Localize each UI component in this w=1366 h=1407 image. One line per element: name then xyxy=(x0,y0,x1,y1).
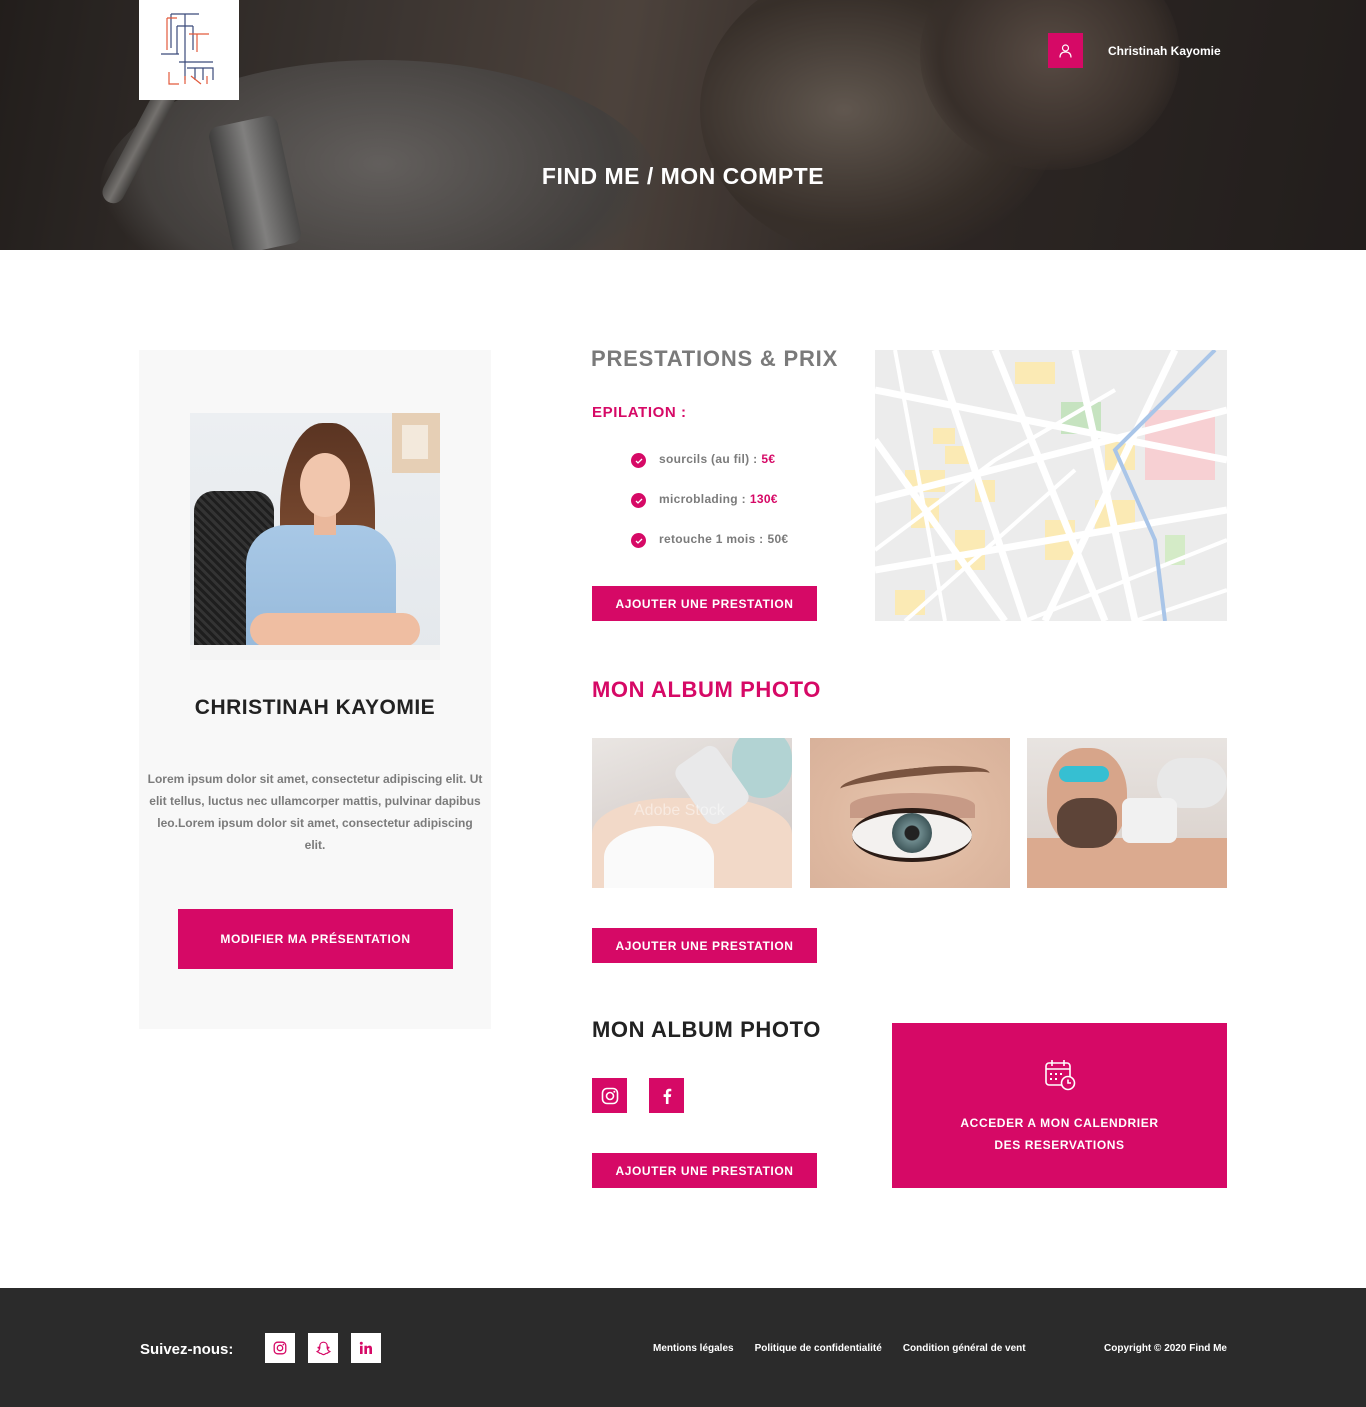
price-label: sourcils (au fil) : xyxy=(659,452,758,466)
instagram-icon xyxy=(601,1087,618,1104)
facebook-icon xyxy=(663,1088,671,1104)
map-icon xyxy=(875,350,1227,621)
social-album-title: MON ALBUM PHOTO xyxy=(592,1017,821,1042)
footer: Suivez-nous: Mentions légales Politique … xyxy=(0,1288,1366,1407)
header-user-name[interactable]: Christinah Kayomie xyxy=(1108,44,1221,58)
footer-link-privacy[interactable]: Politique de confidentialité xyxy=(755,1343,882,1354)
account-button[interactable] xyxy=(1048,33,1083,68)
epilation-category: EPILATION : xyxy=(592,404,687,421)
calendar-label: ACCEDER A MON CALENDRIER DES RESERVATION… xyxy=(892,1112,1227,1156)
copyright-text: Copyright © 2020 Find Me xyxy=(1104,1343,1227,1354)
calendar-label-line1: ACCEDER A MON CALENDRIER xyxy=(960,1116,1159,1130)
footer-instagram-link[interactable] xyxy=(265,1333,295,1363)
check-icon xyxy=(631,533,646,548)
check-icon xyxy=(631,493,646,508)
find-me-logo-icon xyxy=(161,13,214,85)
profile-bio: Lorem ipsum dolor sit amet, consectetur … xyxy=(147,772,483,852)
add-social-button[interactable]: AJOUTER UNE PRESTATION xyxy=(592,1153,817,1188)
profile-name: CHRISTINAH KAYOMIE xyxy=(194,696,436,719)
footer-snapchat-link[interactable] xyxy=(308,1333,338,1363)
footer-link-mentions[interactable]: Mentions légales xyxy=(653,1343,734,1354)
location-map[interactable] xyxy=(875,350,1227,621)
album-photo-1[interactable]: Adobe Stock xyxy=(592,738,792,888)
price-item: sourcils (au fil) : 5€ xyxy=(631,452,788,492)
check-icon xyxy=(631,453,646,468)
footer-linkedin-link[interactable] xyxy=(351,1333,381,1363)
album-photo-2[interactable] xyxy=(810,738,1010,888)
add-prestation-button[interactable]: AJOUTER UNE PRESTATION xyxy=(592,586,817,621)
linkedin-icon xyxy=(359,1341,372,1354)
price-value: 130€ xyxy=(749,492,778,506)
price-label: retouche 1 mois : xyxy=(659,532,764,546)
page-title: FIND ME / MON COMPTE xyxy=(541,163,825,189)
profile-card: CHRISTINAH KAYOMIE Lorem ipsum dolor sit… xyxy=(139,350,491,1029)
price-value: 50€ xyxy=(767,532,789,546)
instagram-link[interactable] xyxy=(592,1078,627,1113)
calendar-clock-icon xyxy=(1045,1060,1076,1091)
instagram-icon xyxy=(273,1341,287,1355)
price-label: microblading : xyxy=(659,492,746,506)
photo-watermark: Adobe Stock xyxy=(634,802,725,819)
price-list: sourcils (au fil) : 5€ microblading : 13… xyxy=(631,452,788,572)
site-logo[interactable] xyxy=(139,0,239,100)
modify-presentation-button[interactable]: MODIFIER MA PRÉSENTATION xyxy=(178,909,453,969)
facebook-link[interactable] xyxy=(649,1078,684,1113)
hero-banner: Christinah Kayomie FIND ME / MON COMPTE xyxy=(0,0,1366,250)
album-title: MON ALBUM PHOTO xyxy=(592,677,821,702)
footer-link-conditions[interactable]: Condition général de vent xyxy=(903,1343,1026,1354)
follow-label: Suivez-nous: xyxy=(140,1341,234,1358)
footer-links: Mentions légales Politique de confidenti… xyxy=(653,1343,1047,1354)
prestations-title: PRESTATIONS & PRIX xyxy=(591,346,839,371)
profile-photo xyxy=(190,413,440,660)
add-photo-button[interactable]: AJOUTER UNE PRESTATION xyxy=(592,928,817,963)
user-icon xyxy=(1059,43,1072,58)
album-photo-3[interactable] xyxy=(1027,738,1227,888)
price-value: 5€ xyxy=(761,452,776,466)
calendar-reservations-button[interactable]: ACCEDER A MON CALENDRIER DES RESERVATION… xyxy=(892,1023,1227,1188)
snapchat-icon xyxy=(315,1341,331,1355)
calendar-label-line2: DES RESERVATIONS xyxy=(994,1138,1125,1152)
price-item: microblading : 130€ xyxy=(631,492,788,532)
price-item: retouche 1 mois : 50€ xyxy=(631,532,788,572)
